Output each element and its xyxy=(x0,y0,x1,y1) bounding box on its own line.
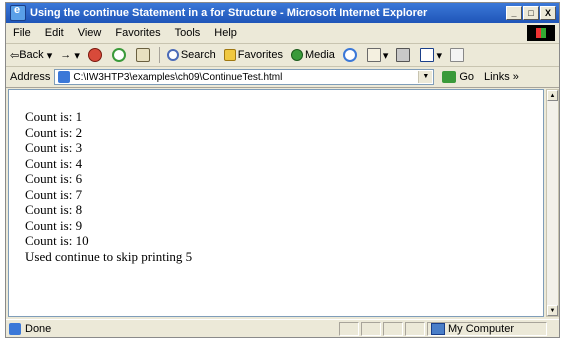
mail-dropdown-icon: ▾ xyxy=(382,49,389,62)
refresh-button[interactable] xyxy=(108,48,132,62)
forward-arrow-icon: → xyxy=(60,49,72,61)
print-button[interactable] xyxy=(392,48,416,62)
history-button[interactable] xyxy=(339,48,363,62)
media-button[interactable]: Media xyxy=(287,49,339,61)
menu-favorites[interactable]: Favorites xyxy=(108,27,167,39)
windows-logo-icon xyxy=(527,25,555,41)
scroll-down-icon[interactable]: ▼ xyxy=(547,305,558,316)
output-line: Count is: 1 xyxy=(25,109,83,124)
go-button[interactable]: Go xyxy=(442,71,474,83)
favorites-button[interactable]: Favorites xyxy=(220,49,287,61)
output-line: Used continue to skip printing 5 xyxy=(25,248,193,264)
address-input[interactable]: C:\IW3HTP3\examples\ch09\ContinueTest.ht… xyxy=(54,69,435,85)
menu-help[interactable]: Help xyxy=(207,27,244,39)
title-bar: Using the continue Statement in a for St… xyxy=(6,3,559,23)
discuss-icon xyxy=(449,48,464,62)
page-content: Count is: 1 Count is: 2 Count is: 3 Coun… xyxy=(8,89,544,317)
edit-button[interactable]: ▾ xyxy=(416,48,446,62)
output-line: Count is: 8 xyxy=(25,202,83,217)
page-done-icon xyxy=(9,323,21,335)
maximize-button[interactable]: □ xyxy=(523,6,539,20)
menu-view[interactable]: View xyxy=(71,27,109,39)
menu-tools[interactable]: Tools xyxy=(168,27,208,39)
search-label: Search xyxy=(180,49,216,61)
favorites-icon xyxy=(223,49,236,61)
standard-toolbar: ⇦ Back ▾ → ▾ Search Favorites Media ▾ ▾ xyxy=(6,44,559,67)
mail-button[interactable]: ▾ xyxy=(363,48,393,62)
edit-dropdown-icon: ▾ xyxy=(436,49,442,62)
favorites-label: Favorites xyxy=(237,49,283,61)
output-line: Count is: 10 xyxy=(25,233,89,248)
output-line: Count is: 7 xyxy=(25,186,83,202)
history-icon xyxy=(342,48,357,62)
address-label: Address xyxy=(10,71,51,83)
browser-window: Using the continue Statement in a for St… xyxy=(5,2,560,338)
output-line: Count is: 4 xyxy=(25,155,83,171)
address-dropdown-icon[interactable]: ▼ xyxy=(418,71,433,83)
security-zone: My Computer xyxy=(427,322,547,336)
menu-edit[interactable]: Edit xyxy=(38,27,71,39)
links-button[interactable]: Links » xyxy=(484,71,519,83)
output-line: Count is: 2 xyxy=(25,124,83,140)
zone-label: My Computer xyxy=(448,323,515,335)
status-text: Done xyxy=(25,323,52,335)
window-title: Using the continue Statement in a for St… xyxy=(30,7,428,19)
home-button[interactable] xyxy=(132,48,156,62)
print-icon xyxy=(396,48,411,62)
media-label: Media xyxy=(304,49,335,61)
go-arrow-icon xyxy=(442,71,457,83)
menu-bar: File Edit View Favorites Tools Help xyxy=(6,23,559,44)
discuss-button[interactable] xyxy=(446,48,470,62)
output-lines: Count is: 1 Count is: 2 Count is: 3 Coun… xyxy=(25,109,192,264)
close-button[interactable]: X xyxy=(540,6,556,20)
forward-button[interactable]: → ▾ xyxy=(56,49,84,62)
output-line: Count is: 6 xyxy=(25,171,83,186)
page-icon xyxy=(58,71,71,83)
status-cell xyxy=(405,322,425,336)
output-line: Count is: 3 xyxy=(25,140,83,155)
back-arrow-icon: ⇦ xyxy=(10,49,20,62)
toolbar-separator xyxy=(158,47,160,63)
back-button[interactable]: ⇦ Back ▾ xyxy=(6,49,56,62)
back-dropdown-icon: ▾ xyxy=(43,49,53,62)
vertical-scrollbar[interactable]: ▲ ▼ xyxy=(546,89,559,317)
status-cell xyxy=(339,322,359,336)
media-icon xyxy=(290,49,303,61)
search-icon xyxy=(166,49,179,61)
internet-explorer-icon xyxy=(10,4,26,21)
back-label: Back xyxy=(19,49,44,61)
address-bar: Address C:\IW3HTP3\examples\ch09\Continu… xyxy=(6,67,559,88)
search-button[interactable]: Search xyxy=(163,49,220,61)
forward-dropdown-icon: ▾ xyxy=(71,49,80,62)
output-line: Count is: 9 xyxy=(25,217,83,233)
home-icon xyxy=(135,48,150,62)
scroll-up-icon[interactable]: ▲ xyxy=(547,90,558,101)
address-url: C:\IW3HTP3\examples\ch09\ContinueTest.ht… xyxy=(73,71,283,83)
status-bar: Done My Computer xyxy=(6,319,559,338)
status-done: Done xyxy=(6,323,339,335)
word-edit-icon xyxy=(420,48,435,62)
status-cell xyxy=(383,322,403,336)
menu-file[interactable]: File xyxy=(6,27,38,39)
refresh-icon xyxy=(111,48,126,62)
stop-button[interactable] xyxy=(84,48,108,62)
mail-icon xyxy=(366,48,381,62)
go-label: Go xyxy=(459,71,475,83)
my-computer-icon xyxy=(431,323,445,335)
minimize-button[interactable]: _ xyxy=(506,6,522,20)
stop-icon xyxy=(87,48,102,62)
status-cell xyxy=(361,322,381,336)
